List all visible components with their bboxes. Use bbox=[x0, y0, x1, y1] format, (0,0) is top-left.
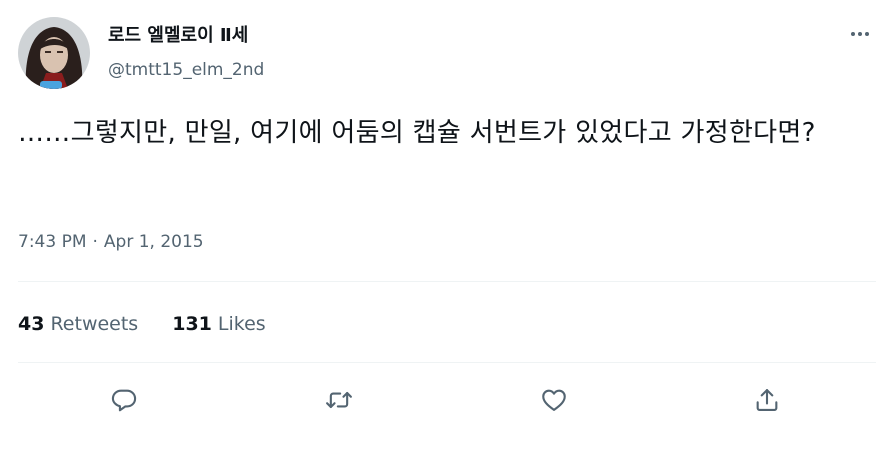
divider bbox=[18, 362, 876, 363]
display-name[interactable]: 로드 엘멜로이 Ⅱ세 bbox=[108, 24, 248, 48]
likes-stat[interactable]: 131 Likes bbox=[172, 311, 265, 337]
more-horizontal-icon bbox=[851, 32, 869, 36]
like-button[interactable] bbox=[532, 378, 576, 422]
tweet-stats: 43 Retweets 131 Likes bbox=[18, 311, 266, 337]
heart-icon bbox=[542, 389, 566, 411]
tweet-card: 로드 엘멜로이 Ⅱ세 @tmtt15_elm_2nd ……그렇지만, 만일, 여… bbox=[0, 0, 894, 454]
share-icon bbox=[756, 389, 778, 411]
more-options-button[interactable] bbox=[840, 20, 880, 48]
tweet-text: ……그렇지만, 만일, 여기에 어둠의 캡슐 서번트가 있었다고 가정한다면? bbox=[18, 118, 816, 148]
likes-count: 131 bbox=[172, 313, 212, 335]
user-handle[interactable]: @tmtt15_elm_2nd bbox=[108, 58, 264, 82]
action-bar bbox=[0, 378, 894, 424]
likes-label: Likes bbox=[217, 313, 266, 335]
reply-icon bbox=[111, 389, 137, 412]
tweet-time: 7:43 PM bbox=[18, 232, 87, 252]
retweet-button[interactable] bbox=[317, 378, 361, 422]
retweet-icon bbox=[326, 391, 352, 409]
divider bbox=[18, 281, 876, 282]
retweets-count: 43 bbox=[18, 313, 45, 335]
avatar[interactable] bbox=[18, 17, 90, 89]
timestamp-separator: · bbox=[92, 232, 98, 252]
tweet-date: Apr 1, 2015 bbox=[103, 232, 204, 252]
retweets-stat[interactable]: 43 Retweets bbox=[18, 311, 138, 337]
avatar-image bbox=[18, 17, 90, 89]
retweets-label: Retweets bbox=[50, 313, 139, 335]
reply-button[interactable] bbox=[102, 378, 146, 422]
tweet-timestamp[interactable]: 7:43 PM · Apr 1, 2015 bbox=[18, 230, 204, 254]
share-button[interactable] bbox=[745, 378, 789, 422]
